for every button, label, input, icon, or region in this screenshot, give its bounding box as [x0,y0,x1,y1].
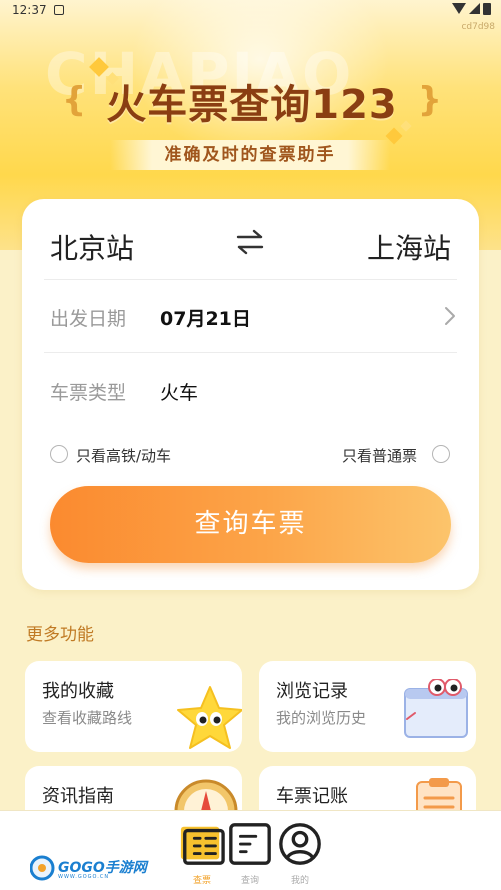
nav-item-profile[interactable]: 我的 [276,821,324,886]
document-icon [229,823,271,865]
signal-icon [469,3,480,14]
divider [44,279,457,280]
user-icon [279,823,321,865]
high-speed-radio[interactable] [50,445,68,463]
date-label: 出发日期 [50,308,127,330]
title-bracket-right: } [417,80,442,120]
more-features-title: 更多功能 [26,625,94,645]
notification-icon [54,5,64,15]
ticket-type-value[interactable]: 火车 [160,378,198,405]
feature-subtitle: 我的浏览历史 [276,709,367,727]
app-title-wrap: { 火车票查询123 } [62,72,442,128]
title-bracket-left: { [62,80,87,120]
app-title: 火车票查询123 [106,82,398,128]
battery-icon [483,3,491,15]
status-bar: 12:37 [0,0,501,22]
nav-label: 我的 [290,876,309,886]
feature-title: 我的收藏 [42,681,114,702]
star-mascot-icon [177,686,242,749]
nav-item-query[interactable]: 查询 [226,821,274,886]
wifi-icon [452,3,466,14]
normal-ticket-label[interactable]: 只看普通票 [342,445,417,466]
feature-subtitle: 查看收藏路线 [42,709,133,727]
gogo-logo-subtext: WWW.GOGO.CN [58,874,110,880]
app-subtitle: 准确及时的查票助手 [110,140,390,170]
watermark-id: cd7d98 [461,22,495,32]
ticket-icon [180,826,225,865]
nav-label: 查票 [192,876,211,886]
normal-ticket-radio[interactable] [432,445,450,463]
feature-favorites[interactable]: 我的收藏 查看收藏路线 [25,661,242,752]
chevron-right-icon[interactable] [443,305,457,327]
to-station[interactable]: 上海站 [367,227,451,267]
nav-label: 查询 [240,876,259,886]
status-time: 12:37 [12,3,47,17]
from-station[interactable]: 北京站 [50,227,134,267]
feature-title: 车票记账 [276,786,348,807]
high-speed-label[interactable]: 只看高铁/动车 [76,445,171,466]
feature-title: 资讯指南 [42,786,114,807]
divider [44,352,457,353]
swap-arrows-icon[interactable] [234,228,266,256]
nav-item-ticket[interactable]: 查票 [178,821,226,886]
feature-history[interactable]: 浏览记录 我的浏览历史 [259,661,476,752]
ticket-type-label: 车票类型 [50,382,127,404]
browser-window-icon [404,679,468,738]
date-value[interactable]: 07月21日 [160,304,251,331]
query-tickets-button[interactable]: 查询车票 [50,486,451,563]
search-card: 北京站 上海站 出发日期 07月21日 车票类型 火车 只看高铁/动车 只看普通… [22,199,479,590]
feature-title: 浏览记录 [276,681,348,702]
